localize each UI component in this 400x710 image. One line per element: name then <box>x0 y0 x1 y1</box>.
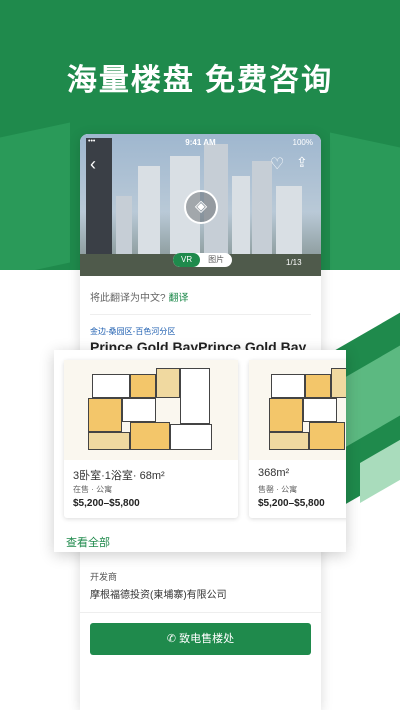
floor-plan-room <box>269 398 303 432</box>
call-sales-button[interactable]: ✆ 致电售楼处 <box>90 623 311 655</box>
translate-prompt: 将此翻译为中文? 翻译 <box>90 289 189 304</box>
units-panel: 3卧室·1浴室· 68m² 在售 · 公寓 $5,200–$5,800 368m… <box>54 350 346 552</box>
floor-plan-room <box>305 374 331 398</box>
unit-price: $5,200–$5,800 <box>258 498 325 509</box>
image-counter: 1/13 <box>286 258 302 267</box>
floor-plan-image <box>249 360 346 460</box>
floor-plan-room <box>88 398 122 432</box>
battery-level: 100% <box>292 138 313 147</box>
floor-plan-room <box>331 368 346 398</box>
floor-plan-room <box>122 398 156 422</box>
floor-plan-room <box>92 374 130 398</box>
translate-text: 将此翻译为中文? <box>90 293 166 304</box>
unit-card[interactable]: 3卧室·1浴室· 68m² 在售 · 公寓 $5,200–$5,800 <box>64 360 238 518</box>
property-location[interactable]: 金边-桑园区-百色河分区 <box>90 326 175 337</box>
tab-vr[interactable]: VR <box>173 253 201 267</box>
share-icon[interactable]: ⇪ <box>296 154 308 171</box>
unit-title: 368m² <box>258 467 290 479</box>
background-shape-left <box>0 122 70 278</box>
phone-icon: ✆ <box>166 633 177 645</box>
floor-plan-room <box>88 432 130 450</box>
translate-link[interactable]: 翻译 <box>169 293 189 304</box>
cube-3d-icon[interactable]: ◈ <box>184 190 218 224</box>
floor-plan-room <box>170 424 212 450</box>
floor-plan-image <box>64 360 238 460</box>
building <box>116 196 132 256</box>
building <box>276 186 302 256</box>
floor-plan-room <box>130 422 170 450</box>
floor-plan-room <box>130 374 156 398</box>
unit-status: 在售 · 公寓 <box>73 485 113 494</box>
see-all-link[interactable]: 查看全部 <box>66 534 110 550</box>
floor-plan-room <box>309 422 345 450</box>
unit-price: $5,200–$5,800 <box>73 498 140 509</box>
floor-plan-room <box>269 432 309 450</box>
developer-label: 开发商 <box>90 572 118 582</box>
unit-status: 售罄 · 公寓 <box>258 485 298 494</box>
status-bar: ••• 9:41 AM 100% <box>80 136 321 150</box>
unit-title: 3卧室·1浴室· 68m² <box>73 470 165 482</box>
divider <box>90 314 311 315</box>
promo-headline: 海量楼盘 免费咨询 <box>66 64 334 97</box>
background-shape-right <box>330 132 400 288</box>
building <box>232 176 250 256</box>
heart-icon[interactable]: ♡ <box>270 154 284 174</box>
floor-plan-room <box>303 398 337 422</box>
building <box>252 161 272 256</box>
divider <box>80 612 321 613</box>
building <box>138 166 160 256</box>
floor-plan-room <box>180 368 210 424</box>
floor-plan-room <box>271 374 305 398</box>
unit-card[interactable]: 368m² 售罄 · 公寓 $5,200–$5,800 <box>249 360 346 518</box>
floor-plan-room <box>156 368 180 398</box>
property-hero-image[interactable]: ••• 9:41 AM 100% ‹ ♡ ⇪ ◈ VR 图片 1/13 <box>80 134 321 276</box>
back-icon[interactable]: ‹ <box>90 154 96 175</box>
media-toggle[interactable]: VR 图片 <box>173 253 233 267</box>
tab-photos[interactable]: 图片 <box>200 253 232 267</box>
call-sales-label: 致电售楼处 <box>179 633 235 645</box>
status-time: 9:41 AM <box>185 138 216 147</box>
developer-name: 摩根福德投资(柬埔寨)有限公司 <box>90 590 227 601</box>
